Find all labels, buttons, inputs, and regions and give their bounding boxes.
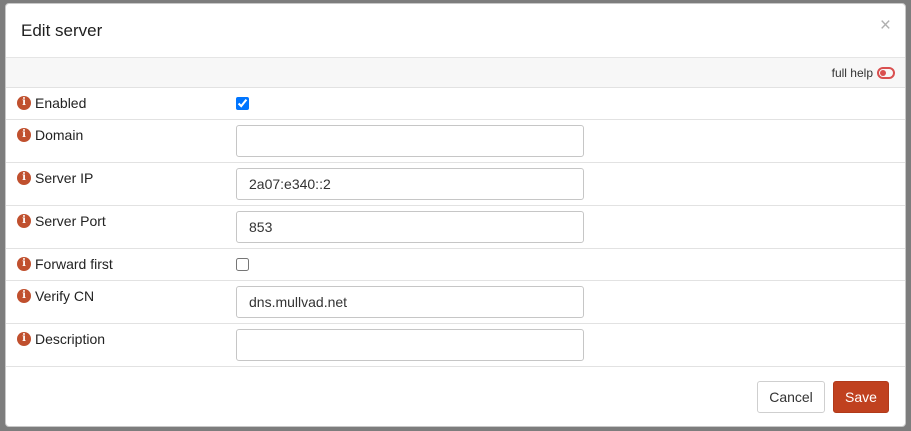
dialog-title: Edit server	[21, 21, 103, 40]
row-enabled: i Enabled	[6, 88, 905, 120]
row-description: i Description	[6, 324, 905, 367]
row-domain: i Domain	[6, 120, 905, 163]
label-verify-cn: i Verify CN	[17, 288, 94, 304]
label-server-port: i Server Port	[17, 213, 106, 229]
dialog-header: Edit server ×	[6, 4, 905, 58]
description-input[interactable]	[236, 329, 584, 361]
info-icon[interactable]: i	[17, 128, 31, 142]
full-help-label: full help	[831, 66, 873, 80]
row-verify-cn: i Verify CN	[6, 281, 905, 324]
label-forward-first: i Forward first	[17, 256, 113, 272]
info-icon[interactable]: i	[17, 96, 31, 110]
row-server-port: i Server Port	[6, 206, 905, 249]
domain-input[interactable]	[236, 125, 584, 157]
edit-server-dialog: Edit server × full help i Enabled i Doma…	[5, 3, 906, 427]
server-port-input[interactable]	[236, 211, 584, 243]
label-enabled: i Enabled	[17, 95, 86, 111]
info-icon[interactable]: i	[17, 332, 31, 346]
label-server-ip: i Server IP	[17, 170, 93, 186]
close-icon[interactable]: ×	[880, 16, 891, 35]
forward-first-checkbox[interactable]	[236, 258, 249, 271]
info-icon[interactable]: i	[17, 257, 31, 271]
row-forward-first: i Forward first	[6, 249, 905, 281]
label-description: i Description	[17, 331, 105, 347]
cancel-button[interactable]: Cancel	[757, 381, 825, 413]
help-row: full help	[6, 58, 905, 88]
dialog-footer: Cancel Save	[6, 366, 905, 426]
full-help-toggle[interactable]: full help	[832, 66, 895, 80]
toggle-off-icon[interactable]	[877, 67, 895, 79]
verify-cn-input[interactable]	[236, 286, 584, 318]
save-button[interactable]: Save	[833, 381, 889, 413]
info-icon[interactable]: i	[17, 214, 31, 228]
server-ip-input[interactable]	[236, 168, 584, 200]
row-server-ip: i Server IP	[6, 163, 905, 206]
enabled-checkbox[interactable]	[236, 97, 249, 110]
info-icon[interactable]: i	[17, 289, 31, 303]
label-domain: i Domain	[17, 127, 83, 143]
info-icon[interactable]: i	[17, 171, 31, 185]
